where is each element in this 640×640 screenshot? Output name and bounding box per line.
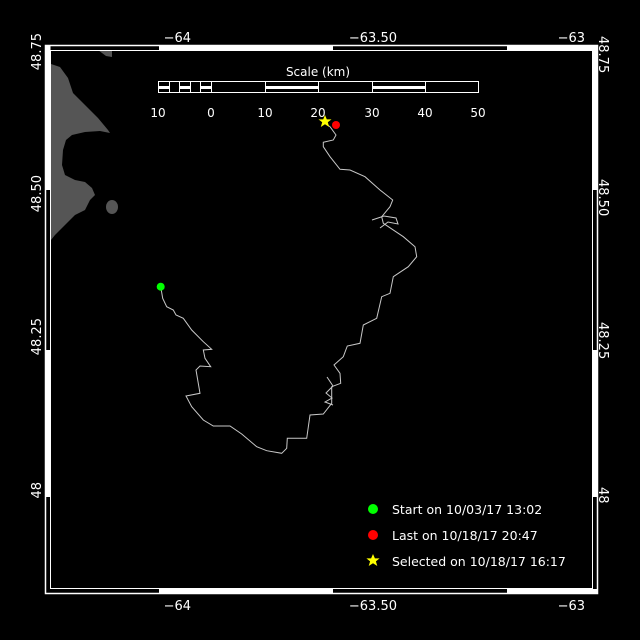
left-axis-labels: 48.75 48.50 48.25 48 <box>30 33 45 499</box>
lon-label-top: −63.50 <box>349 31 397 46</box>
scale-title: Scale (km) <box>286 65 350 79</box>
selected-legend-label: Selected on 10/18/17 16:17 <box>392 554 566 569</box>
scale-label: 10 <box>257 106 272 120</box>
scale-label: 20 <box>310 106 325 120</box>
last-legend-icon <box>368 530 378 540</box>
scale-bar: Scale (km) 10 0 10 20 30 40 50 <box>150 65 485 120</box>
lat-label-left: 48.75 <box>30 33 45 70</box>
start-marker[interactable] <box>156 282 165 291</box>
lon-label-bottom: −63.50 <box>349 599 397 614</box>
last-legend-label: Last on 10/18/17 20:47 <box>392 528 538 543</box>
land-mainland <box>51 64 110 240</box>
scale-label: 0 <box>207 106 215 120</box>
top-axis-labels: −64 −63.50 −63 <box>164 31 585 46</box>
lat-label-right: 48.50 <box>595 179 610 216</box>
bottom-axis-labels: −64 −63.50 −63 <box>164 599 585 614</box>
lat-label-left: 48.25 <box>30 318 45 355</box>
land <box>51 50 118 240</box>
scale-label: 30 <box>364 106 379 120</box>
scale-label: 10 <box>150 106 165 120</box>
track-tangle-north <box>371 215 399 229</box>
lon-label-top: −64 <box>164 31 191 46</box>
lat-label-left: 48.50 <box>30 175 45 212</box>
legend: Start on 10/03/17 13:02 Last on 10/18/17… <box>366 502 566 569</box>
land-islet-top <box>98 50 112 57</box>
lon-label-bottom: −63 <box>558 599 585 614</box>
scale-label: 50 <box>470 106 485 120</box>
lat-label-right: 48.25 <box>595 322 610 359</box>
last-marker[interactable] <box>332 121 340 129</box>
selected-star-legend-icon <box>366 554 380 566</box>
scale-label: 40 <box>417 106 432 120</box>
map-canvas: −64 −63.50 −63 −64 −63.50 −63 48.75 48.5… <box>30 31 610 614</box>
lat-label-right: 48 <box>595 487 610 504</box>
lon-label-bottom: −64 <box>164 599 191 614</box>
lon-label-top: −63 <box>558 31 585 46</box>
drift-track <box>160 122 418 454</box>
lat-label-right: 48.75 <box>595 36 610 73</box>
start-legend-icon <box>368 504 378 514</box>
land-island <box>106 200 118 214</box>
lat-label-left: 48 <box>30 482 45 499</box>
start-legend-label: Start on 10/03/17 13:02 <box>392 502 542 517</box>
